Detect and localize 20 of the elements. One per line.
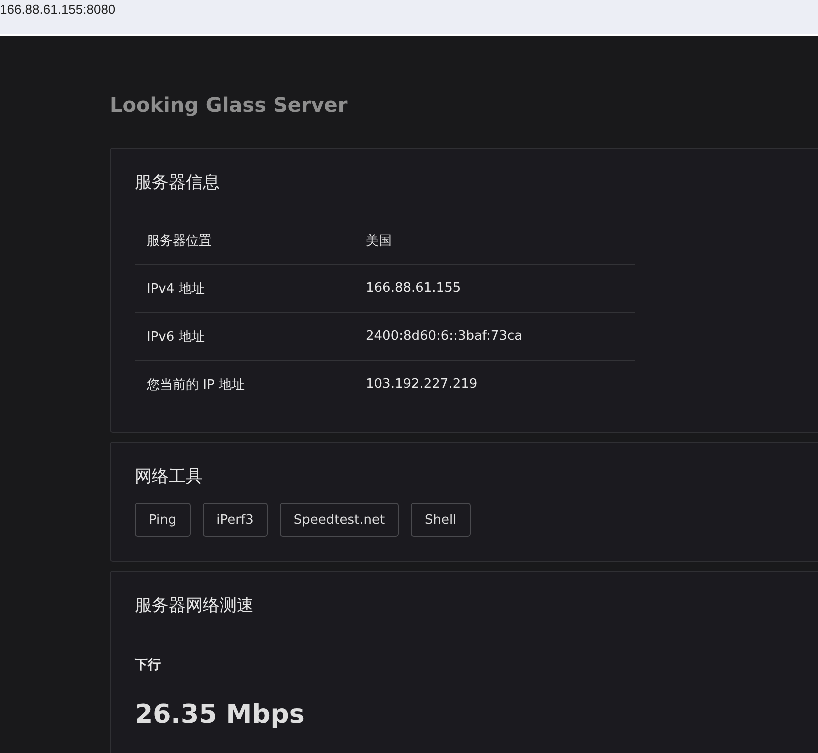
tool-button[interactable]: iPerf3 [202, 503, 268, 537]
url-text: 166.88.61.155:8080 [0, 1, 116, 17]
tool-button[interactable]: Speedtest.net [280, 503, 400, 537]
table-cell: 2400:8d60:6::3baf:73ca [366, 329, 523, 344]
table-cell-text: 服务器位置 [146, 232, 213, 250]
section-title: 网络工具 [135, 466, 203, 489]
section-title: 服务器网络测速 [135, 595, 254, 618]
page-title: Looking Glass Server [110, 92, 348, 118]
table-cell-text: IPv4 地址 [146, 280, 206, 298]
table-cell: 166.88.61.155 [366, 281, 462, 296]
section-title: 服务器信息 [135, 172, 220, 195]
address-bar[interactable]: 166.88.61.155:8080 [0, 0, 818, 36]
table-cell-text: 美国 [366, 232, 392, 250]
speed-label: 下行 [135, 657, 161, 674]
table-cell: 103.192.227.219 [366, 377, 478, 392]
tool-button[interactable]: Ping [135, 503, 191, 537]
table-cell-text: 您当前的 IP 地址 [146, 376, 246, 394]
tool-button[interactable]: Shell [411, 503, 471, 537]
speed-value: 26.35 Mbps [135, 700, 305, 730]
table-cell-text: IPv6 地址 [146, 328, 206, 346]
